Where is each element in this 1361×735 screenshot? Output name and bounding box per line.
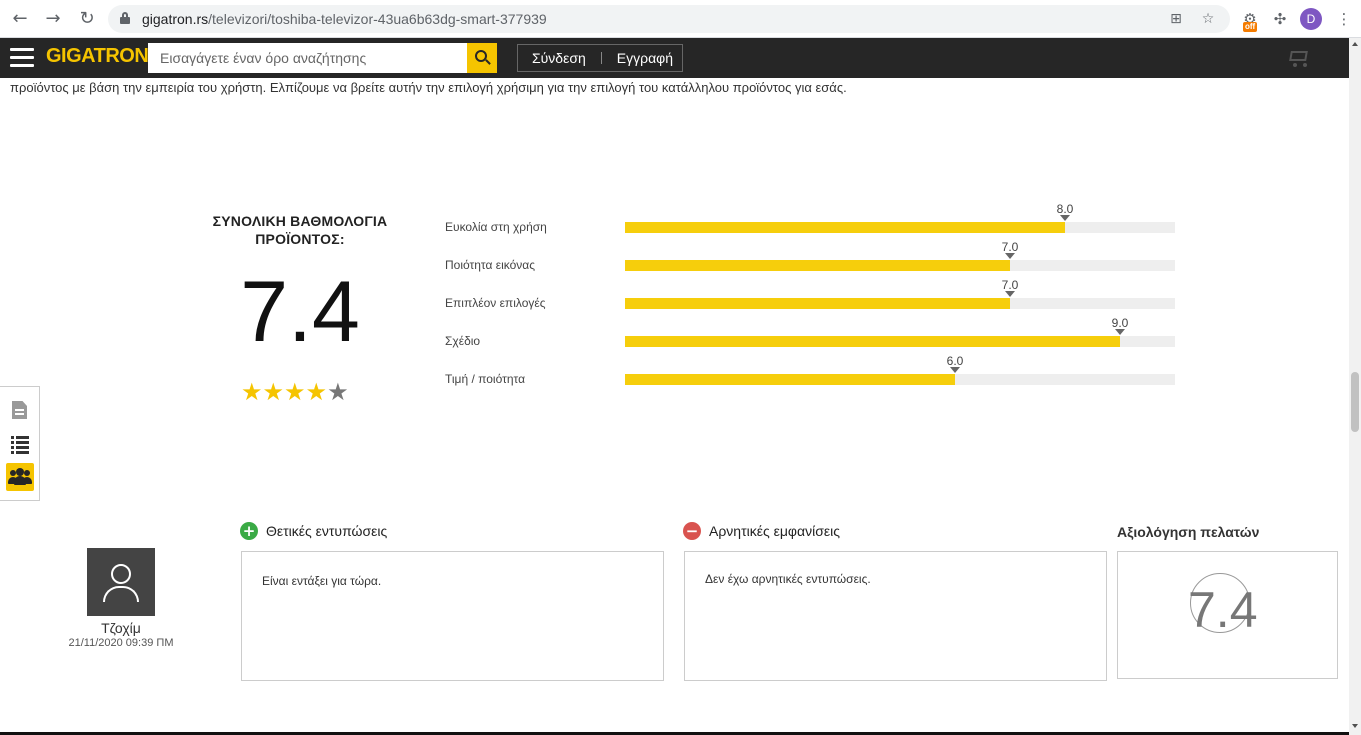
criteria-row: Ποιότητα εικόνας 7.0: [445, 238, 1175, 276]
url-path: /televizori/toshiba-televizor-43ua6b63dg…: [208, 11, 547, 27]
criteria-marker-icon: [1005, 253, 1015, 259]
cart-icon[interactable]: [1286, 48, 1310, 68]
site-logo[interactable]: GIGATRON: [46, 45, 149, 68]
reviewer-avatar: [87, 548, 155, 616]
users-icon[interactable]: [6, 463, 34, 491]
profile-avatar[interactable]: D: [1300, 8, 1322, 30]
criteria-label: Επιπλέον επιλογές: [445, 296, 546, 310]
star-empty-icon: ★: [327, 378, 349, 406]
negative-impressions-title: Αρνητικές εμφανίσεις: [709, 523, 840, 539]
star-filled-icon: ★: [305, 378, 328, 406]
register-link[interactable]: Εγγραφή: [617, 50, 673, 66]
criteria-bar-fill: [625, 222, 1065, 233]
star-filled-icon: ★: [262, 378, 285, 406]
criteria-marker-icon: [1115, 329, 1125, 335]
scroll-down-arrow-icon[interactable]: [1352, 724, 1358, 728]
criteria-label: Τιμή / ποιότητα: [445, 372, 526, 386]
criteria-value: 8.0: [1056, 202, 1074, 216]
criteria-bar-track: [625, 374, 1175, 385]
page-scrollbar[interactable]: [1349, 38, 1361, 735]
criteria-bar-track: [625, 260, 1175, 271]
user-icon: [111, 564, 131, 584]
criteria-row: Σχέδιο 9.0: [445, 314, 1175, 352]
overall-score: 7.4: [240, 264, 360, 360]
bookmark-star-icon[interactable]: ☆: [1200, 11, 1216, 27]
criteria-label: Ποιότητα εικόνας: [445, 258, 536, 272]
search-input[interactable]: [148, 43, 468, 73]
criteria-bar-track: [625, 222, 1175, 233]
document-icon[interactable]: [6, 397, 34, 425]
criteria-bar-fill: [625, 374, 955, 385]
auth-links: Σύνδεση Εγγραφή: [517, 44, 683, 72]
overall-rating-title: ΣΥΝΟΛΙΚΗ ΒΑΘΜΟΛΟΓΙΑ ΠΡΟΪΟΝΤΟΣ:: [200, 212, 400, 248]
url-host: gigatron.rs: [142, 11, 209, 27]
criteria-value: 6.0: [946, 354, 964, 368]
criteria-bar-fill: [625, 298, 1010, 309]
minus-circle-icon: −: [683, 522, 701, 540]
criteria-row: Ευκολία στη χρήση 8.0: [445, 200, 1175, 238]
criteria-marker-icon: [950, 367, 960, 373]
menu-icon[interactable]: [10, 48, 34, 68]
address-bar[interactable]: gigatron.rs/televizori/toshiba-televizor…: [108, 5, 1230, 33]
forward-arrow-icon[interactable]: →: [43, 9, 63, 29]
customer-rating-title: Αξιολόγηση πελατών: [1117, 524, 1260, 540]
criteria-value: 7.0: [1001, 278, 1019, 292]
criteria-marker-icon: [1060, 215, 1070, 221]
login-link[interactable]: Σύνδεση: [532, 50, 586, 66]
negative-impressions-heading: − Αρνητικές εμφανίσεις: [683, 522, 840, 540]
review-date: 21/11/2020 09:39 ΠΜ: [68, 637, 174, 649]
lock-icon: [120, 12, 130, 24]
criteria-row: Επιπλέον επιλογές 7.0: [445, 276, 1175, 314]
site-header: GIGATRON Σύνδεση Εγγραφή: [0, 38, 1349, 78]
star-filled-icon: ★: [241, 378, 263, 406]
overall-rating-title-line1: ΣΥΝΟΛΙΚΗ ΒΑΘΜΟΛΟΓΙΑ: [212, 213, 388, 229]
puzzle-icon[interactable]: ✣: [1270, 9, 1290, 29]
side-toolbar: [0, 386, 40, 501]
criteria-value: 7.0: [1001, 240, 1019, 254]
more-vert-icon[interactable]: ⋮: [1334, 9, 1354, 29]
criteria-bar-track: [625, 336, 1175, 347]
search-box: [148, 43, 468, 73]
positive-impressions-box: Είναι εντάξει για τώρα.: [241, 551, 664, 681]
criteria-bar-track: [625, 298, 1175, 309]
reviewer-name: Τζοχίμ: [101, 620, 141, 636]
negative-impressions-text: Δεν έχω αρνητικές εντυπώσεις.: [705, 572, 871, 586]
criteria-marker-icon: [1005, 291, 1015, 297]
extension-badge: off: [1243, 22, 1258, 32]
positive-impressions-text: Είναι εντάξει για τώρα.: [262, 574, 382, 588]
reload-icon[interactable]: ↻: [77, 9, 97, 29]
browser-toolbar: ← → ↻ gigatron.rs/televizori/toshiba-tel…: [0, 0, 1361, 38]
star-filled-icon: ★: [284, 378, 306, 406]
scroll-up-arrow-icon[interactable]: [1352, 42, 1358, 46]
overall-rating-title-line2: ΠΡΟΪΟΝΤΟΣ:: [255, 231, 345, 247]
positive-impressions-title: Θετικές εντυπώσεις: [266, 523, 388, 539]
plus-circle-icon: +: [240, 522, 258, 540]
criteria-bar-fill: [625, 336, 1120, 347]
back-arrow-icon[interactable]: ←: [10, 9, 30, 29]
url-text[interactable]: gigatron.rs/televizori/toshiba-televizor…: [142, 11, 547, 27]
auth-divider: [600, 52, 602, 64]
criteria-bar-fill: [625, 260, 1010, 271]
scrollbar-thumb[interactable]: [1351, 372, 1359, 432]
intro-text: προϊόντος με βάση την εμπειρία του χρήστ…: [10, 80, 847, 95]
criteria-row: Τιμή / ποιότητα 6.0: [445, 352, 1175, 390]
search-button[interactable]: [467, 43, 497, 73]
star-rating: ★★★★★: [241, 378, 349, 406]
translate-icon[interactable]: ⊞: [1168, 11, 1184, 27]
negative-impressions-box: Δεν έχω αρνητικές εντυπώσεις.: [684, 551, 1107, 681]
criteria-value: 9.0: [1111, 316, 1129, 330]
criteria-label: Σχέδιο: [445, 334, 481, 348]
customer-rating-box: 7.4: [1117, 551, 1338, 679]
positive-impressions-heading: + Θετικές εντυπώσεις: [240, 522, 387, 540]
list-icon[interactable]: [6, 430, 34, 458]
customer-rating-score: 7.4: [1188, 582, 1258, 638]
criteria-label: Ευκολία στη χρήση: [445, 220, 547, 234]
